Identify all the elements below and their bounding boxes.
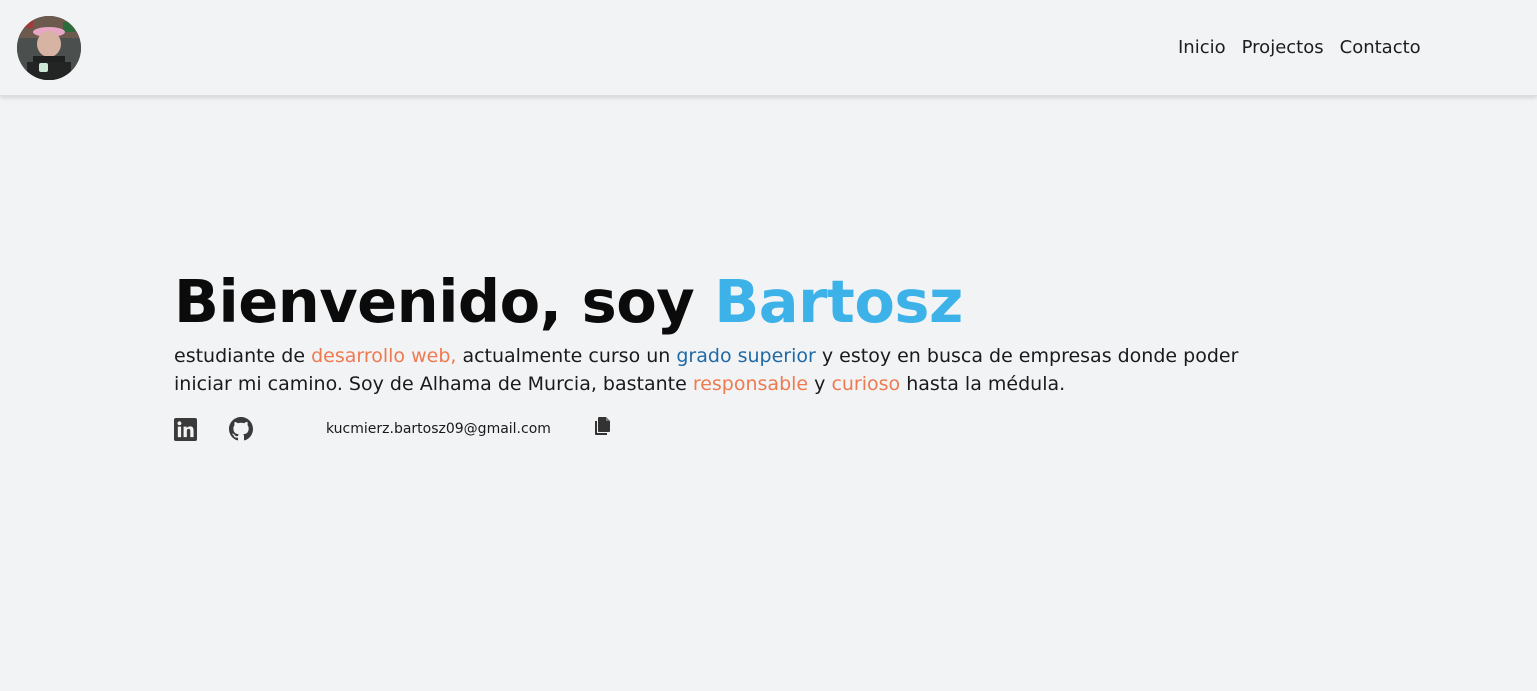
desc-text-4: y xyxy=(808,373,832,395)
desc-text-2: actualmente curso un xyxy=(456,345,677,367)
site-header: Inicio Projectos Contacto xyxy=(0,0,1537,96)
desc-text-5: hasta la médula. xyxy=(900,373,1066,395)
linkedin-icon[interactable] xyxy=(174,418,197,441)
nav-contacto[interactable]: Contacto xyxy=(1340,36,1421,60)
highlight-responsable: responsable xyxy=(692,373,809,395)
nav-inicio[interactable]: Inicio xyxy=(1178,36,1226,60)
nav-projectos[interactable]: Projectos xyxy=(1242,36,1324,60)
hero-title: Bienvenido, soy Bartosz xyxy=(174,266,1274,338)
highlight-desarrollo-web: desarrollo web, xyxy=(311,345,457,367)
avatar[interactable] xyxy=(17,16,81,80)
highlight-grado-superior: grado superior xyxy=(676,345,816,367)
hero-description: estudiante de desarrollo web, actualment… xyxy=(174,342,1254,398)
desc-text-1: estudiante de xyxy=(174,345,312,367)
github-icon[interactable] xyxy=(229,417,253,441)
highlight-curioso: curioso xyxy=(831,373,901,395)
hero-section: Bienvenido, soy Bartosz estudiante de de… xyxy=(174,266,1274,398)
title-name: Bartosz xyxy=(714,267,963,336)
main-nav: Inicio Projectos Contacto xyxy=(1178,36,1421,60)
copy-icon[interactable] xyxy=(594,417,611,436)
title-prefix: Bienvenido, soy xyxy=(174,267,715,336)
email-address: kucmierz.bartosz09@gmail.com xyxy=(326,421,551,437)
